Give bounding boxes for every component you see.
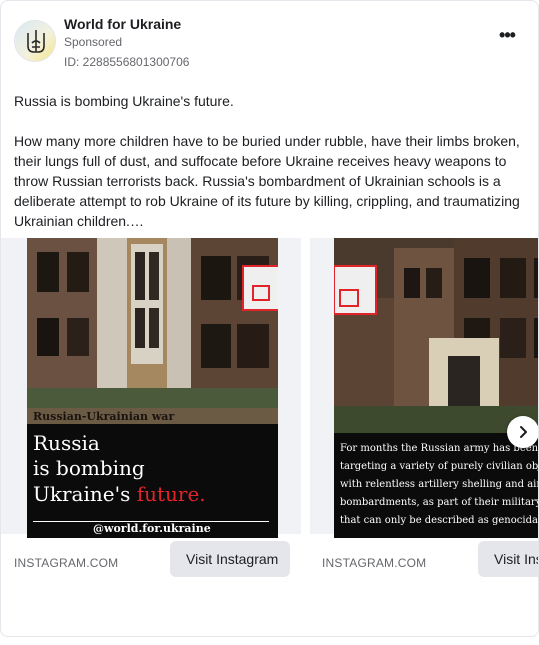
link-domain: INSTAGRAM.COM bbox=[322, 556, 427, 570]
carousel-card[interactable]: For months the Russian army has been tar… bbox=[310, 238, 539, 588]
poster-line-3: Ukraine's future. bbox=[33, 482, 206, 506]
poster-line: that can only be described as genocidal bbox=[340, 515, 539, 526]
poster-line: bombardments, as part of their military bbox=[340, 497, 539, 508]
poster-line: with relentless artillery shelling and a… bbox=[340, 479, 539, 490]
post-paragraph: How many more children have to be buried… bbox=[14, 133, 520, 229]
carousel-image[interactable]: Russian-Ukrainian war Russia is bombing … bbox=[27, 238, 278, 538]
post-text: Russia is bombing Ukraine's future. How … bbox=[14, 91, 529, 251]
visit-instagram-button[interactable]: Visit Instagram bbox=[478, 541, 538, 577]
poster-line: For months the Russian army has been bbox=[340, 443, 539, 454]
more-options-button[interactable]: ••• bbox=[494, 26, 520, 49]
carousel-card[interactable]: Russian-Ukrainian war Russia is bombing … bbox=[1, 238, 301, 588]
poster-line-1: Russia bbox=[33, 431, 100, 455]
poster-handle: @world.for.ukraine bbox=[93, 522, 211, 535]
visit-instagram-button[interactable]: Visit Instagram bbox=[170, 541, 290, 577]
post-headline: Russia is bombing Ukraine's future. bbox=[14, 93, 234, 109]
carousel-image[interactable]: For months the Russian army has been tar… bbox=[334, 238, 539, 538]
carousel-next-button[interactable] bbox=[507, 416, 538, 448]
sponsored-label: Sponsored bbox=[64, 35, 123, 49]
trident-logo-icon bbox=[15, 21, 55, 61]
poster-civilian-objects-image: For months the Russian army has been tar… bbox=[334, 238, 539, 538]
poster-line-2: is bombing bbox=[33, 456, 145, 480]
poster-line-3-highlight: future. bbox=[137, 482, 206, 506]
chevron-right-icon bbox=[520, 426, 527, 438]
poster-russia-bombing-image: Russian-Ukrainian war Russia is bombing … bbox=[27, 238, 278, 538]
poster-tag: Russian-Ukrainian war bbox=[33, 410, 174, 423]
poster-line: targeting a variety of purely civilian o… bbox=[340, 461, 539, 472]
page-avatar[interactable] bbox=[14, 20, 56, 62]
ad-id: ID: 2288556801300706 bbox=[64, 55, 190, 69]
more-horizontal-icon: ••• bbox=[499, 25, 516, 45]
link-domain: INSTAGRAM.COM bbox=[14, 556, 119, 570]
carousel: Russian-Ukrainian war Russia is bombing … bbox=[1, 238, 539, 588]
poster-line-3-prefix: Ukraine's bbox=[33, 482, 137, 506]
sponsored-post: World for Ukraine Sponsored ID: 22885568… bbox=[0, 0, 539, 637]
page-name[interactable]: World for Ukraine bbox=[64, 16, 181, 32]
